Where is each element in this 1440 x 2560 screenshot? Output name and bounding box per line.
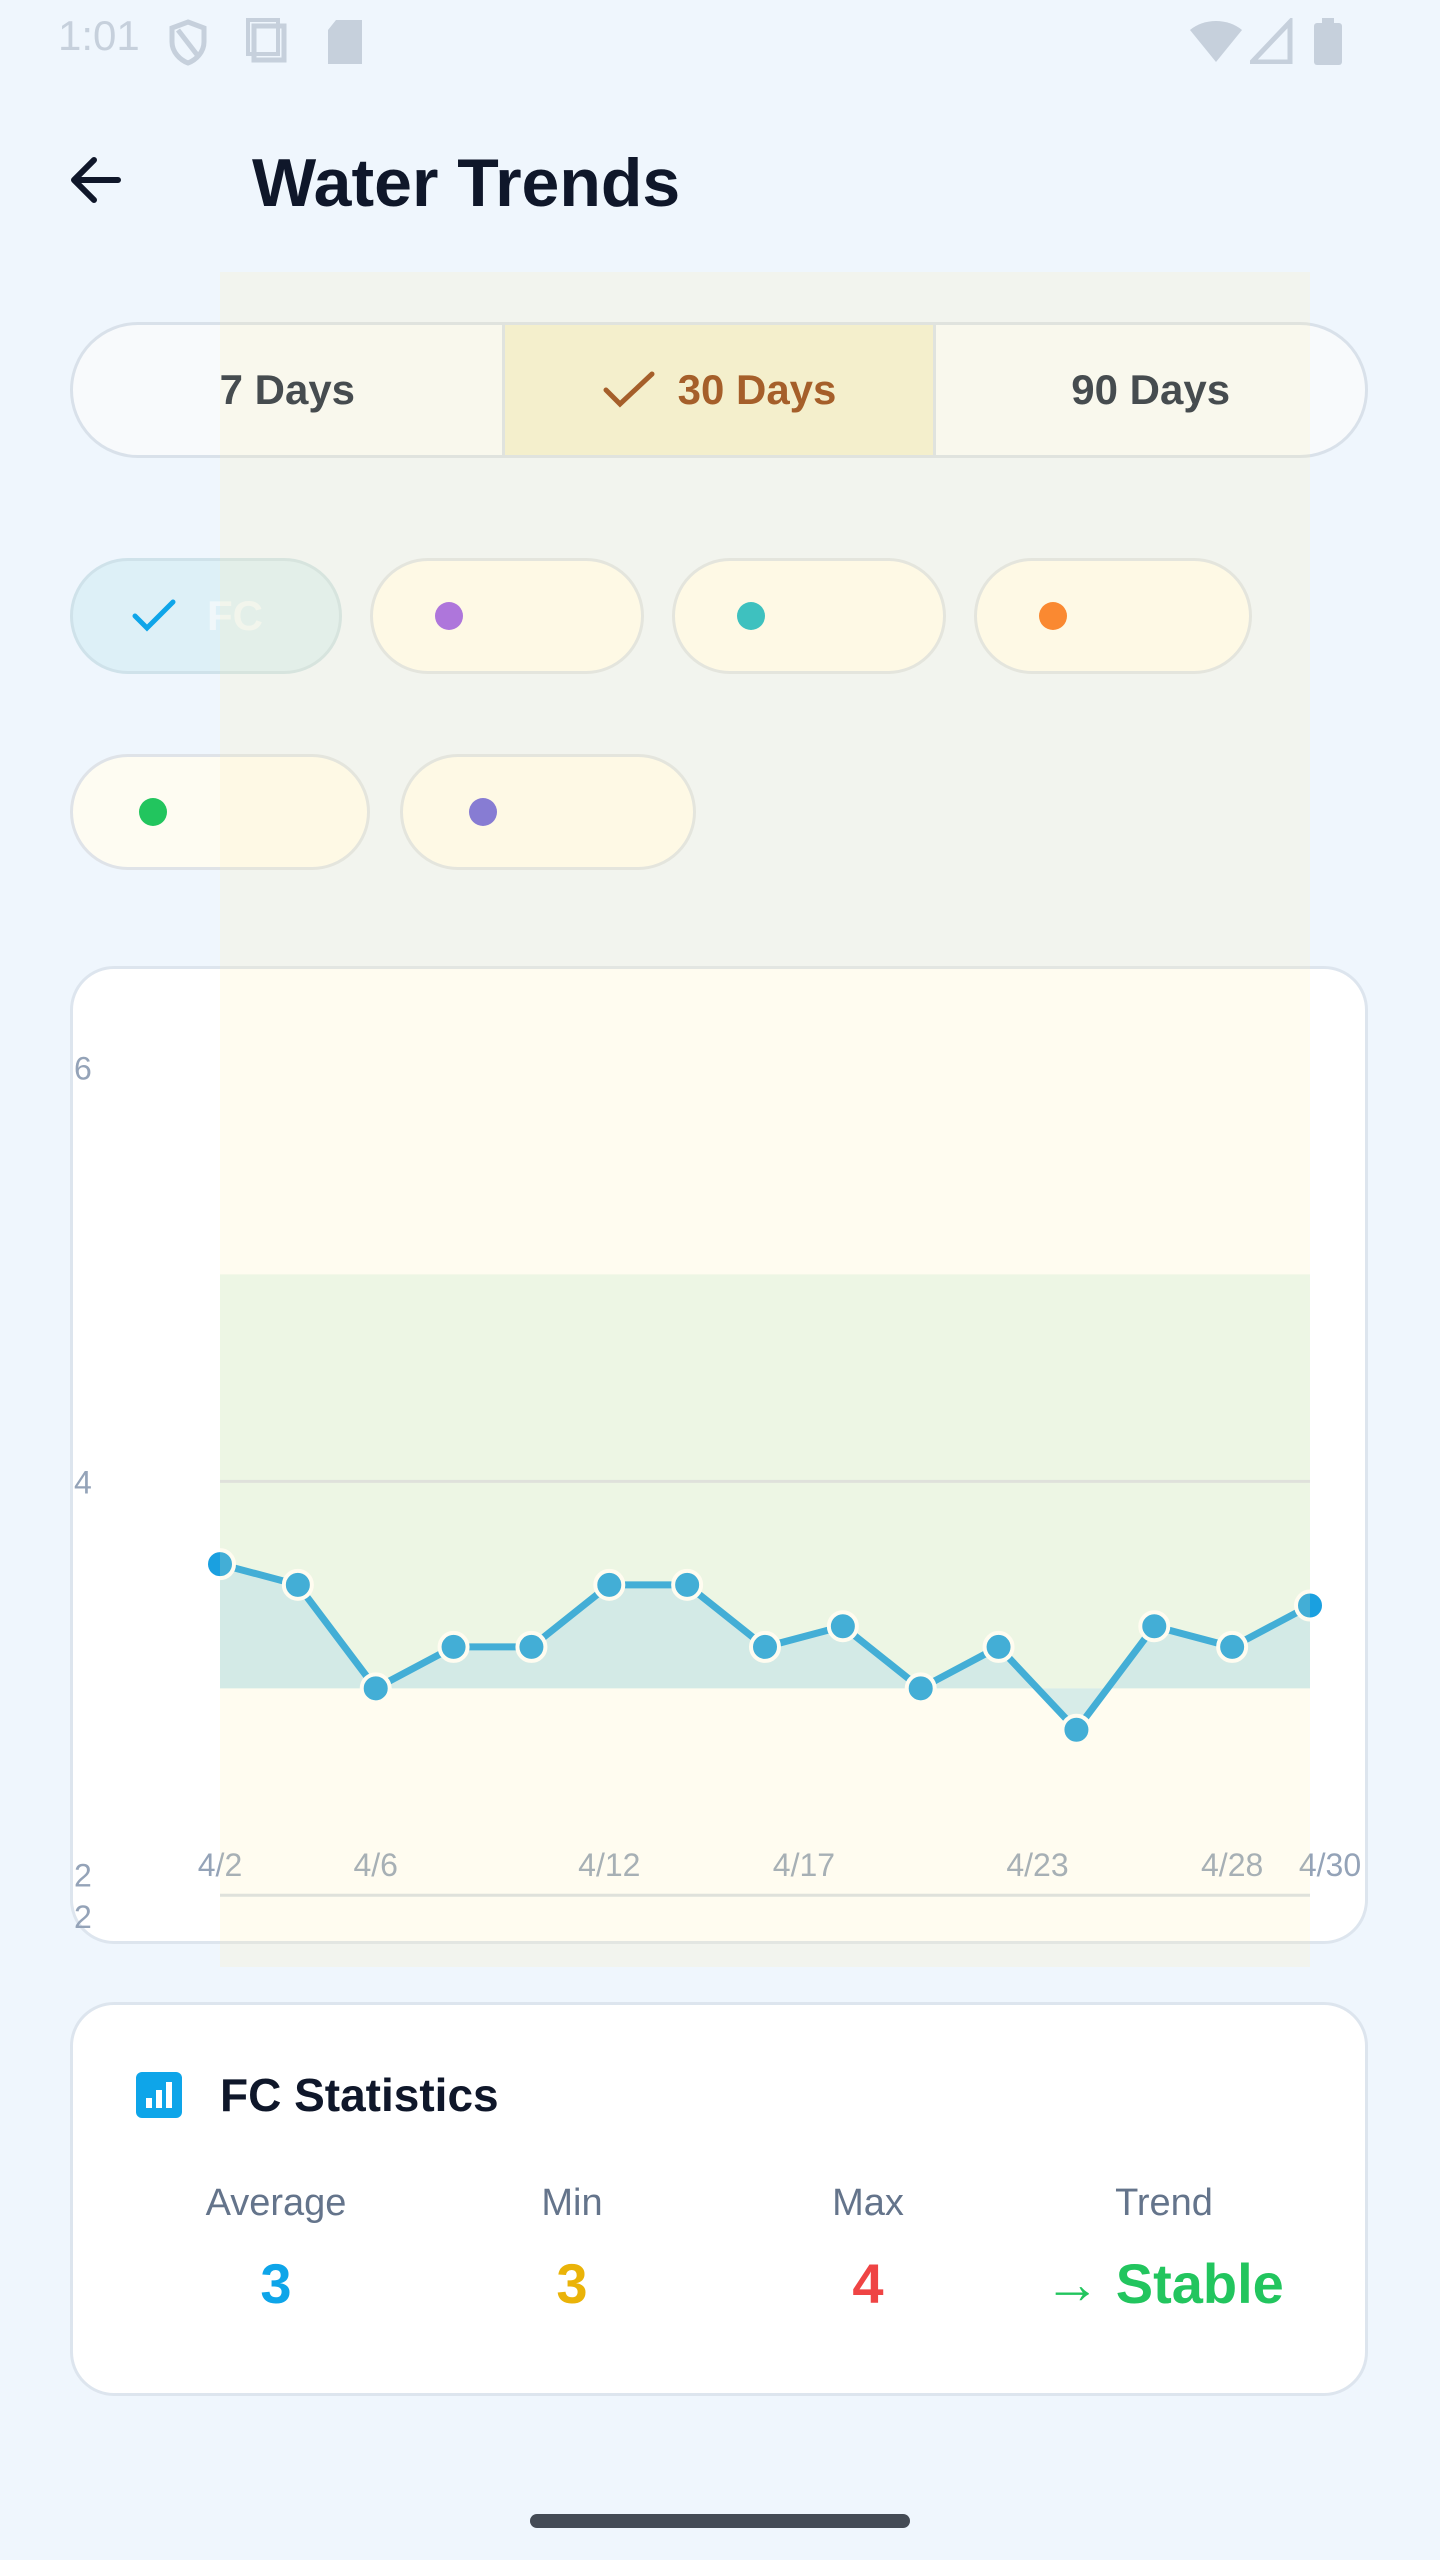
stat-value: → Stable <box>1044 2252 1284 2315</box>
stat-label: Min <box>541 2182 603 2224</box>
data-point <box>826 1610 859 1643</box>
screen-icon <box>246 18 287 63</box>
data-point <box>904 1672 937 1705</box>
data-point <box>593 1568 626 1601</box>
chip-teal[interactable] <box>672 558 946 674</box>
sd-card-icon <box>328 20 362 64</box>
tab-label: 30 Days <box>677 366 837 413</box>
check-icon <box>132 599 176 632</box>
green-dot-icon <box>139 798 167 826</box>
shield-icon <box>169 19 207 66</box>
arrow-left-icon <box>71 157 121 203</box>
chip-label: FC <box>207 592 263 639</box>
stat-min: Min 3 <box>422 2182 722 2316</box>
data-point <box>1060 1713 1093 1746</box>
tab-label: 90 Days <box>1071 366 1231 413</box>
chip-indigo[interactable] <box>400 754 696 870</box>
y-tick-label: 2 <box>74 1858 92 1894</box>
stat-value: 4 <box>852 2252 884 2315</box>
data-point <box>359 1672 392 1705</box>
indigo-dot-icon <box>469 798 497 826</box>
x-tick-label: 4/6 <box>353 1847 397 1883</box>
fc-line-chart: 6 4 2 2 4/2 4/6 4/12 4/17 4/23 4/28 4/30 <box>74 1050 1361 1935</box>
tab-label: 7 Days <box>219 366 356 413</box>
chip-green[interactable] <box>70 754 370 870</box>
status-time: 1:01 <box>58 12 140 59</box>
tab-90-days[interactable]: 90 Days <box>936 325 1365 455</box>
stat-value: 3 <box>260 2252 292 2315</box>
check-icon <box>603 371 655 408</box>
stat-average: Average 3 <box>126 2182 426 2316</box>
stat-max: Max 4 <box>718 2182 1018 2316</box>
purple-dot-icon <box>435 602 463 630</box>
x-tick-label: 4/23 <box>1006 1847 1068 1883</box>
home-indicator[interactable] <box>530 2514 910 2528</box>
data-point <box>281 1568 314 1601</box>
data-point <box>515 1630 548 1663</box>
orange-dot-icon <box>1039 602 1067 630</box>
bar-chart-icon <box>136 2072 182 2118</box>
page-title: Water Trends <box>252 145 681 221</box>
data-point <box>671 1568 704 1601</box>
data-point <box>1294 1589 1326 1622</box>
chip-fc[interactable]: FC <box>70 558 342 674</box>
stat-trend: Trend → Stable <box>1014 2182 1314 2316</box>
data-point <box>204 1548 236 1581</box>
data-point <box>749 1630 781 1663</box>
data-point <box>437 1630 470 1663</box>
range-selector: 7 Days 30 Days 90 Days <box>70 322 1368 458</box>
y-tick-label: 4 <box>74 1464 92 1500</box>
tab-30-days[interactable]: 30 Days <box>504 325 937 455</box>
battery-icon <box>1314 18 1342 65</box>
x-tick-label: 4/2 <box>198 1847 242 1883</box>
x-tick-label: 4/30 <box>1299 1847 1361 1883</box>
data-point <box>982 1630 1015 1663</box>
data-point <box>1138 1610 1171 1643</box>
x-tick-label: 4/17 <box>773 1847 835 1883</box>
wifi-icon <box>1190 21 1242 62</box>
stats-title: FC Statistics <box>220 2069 499 2121</box>
stat-label: Average <box>205 2182 347 2224</box>
stat-label: Trend <box>1115 2182 1213 2224</box>
back-button[interactable] <box>56 140 136 220</box>
stat-value: 3 <box>556 2252 588 2315</box>
teal-dot-icon <box>737 602 765 630</box>
y-tick-label: 2 <box>74 1899 92 1935</box>
stat-label: Max <box>832 2182 904 2224</box>
x-tick-label: 4/28 <box>1201 1847 1263 1883</box>
x-tick-label: 4/12 <box>578 1847 640 1883</box>
signal-icon <box>1250 18 1293 64</box>
chip-orange[interactable] <box>974 558 1252 674</box>
y-tick-label: 6 <box>74 1050 92 1086</box>
chip-purple[interactable] <box>370 558 644 674</box>
tab-7-days[interactable]: 7 Days <box>73 325 505 455</box>
data-point <box>1216 1630 1249 1663</box>
